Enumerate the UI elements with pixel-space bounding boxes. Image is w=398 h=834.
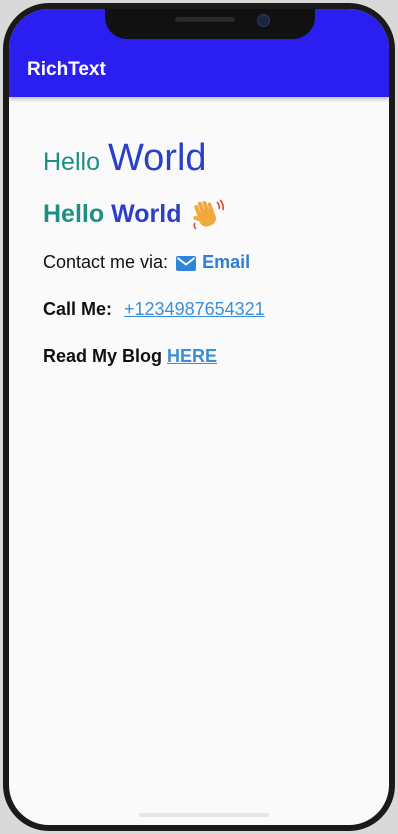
phone-notch — [105, 9, 315, 39]
front-camera — [257, 14, 270, 27]
app-bar-title: RichText — [27, 59, 106, 80]
speaker-grille — [175, 17, 235, 22]
hello-world-bold-line: Hello World — [43, 198, 369, 230]
email-link[interactable]: Email — [202, 252, 250, 273]
world-text: World — [107, 137, 207, 179]
blog-label: Read My Blog — [43, 346, 163, 366]
blog-line: Read My Blog HERE — [43, 346, 369, 367]
hello-bold-text: Hello — [43, 199, 105, 228]
contact-line: Contact me via: Email — [43, 252, 369, 273]
phone-frame: RichText Hello World Hello World Contact… — [3, 3, 395, 831]
waving-hand-icon — [190, 198, 224, 230]
mail-icon — [176, 255, 197, 271]
phone-number-link[interactable]: +1234987654321 — [124, 299, 265, 320]
rich-text-content: Hello World Hello World Contact me via: … — [43, 137, 369, 367]
phone-screen: RichText Hello World Hello World Contact… — [9, 9, 389, 825]
call-label: Call Me: — [43, 299, 113, 319]
hello-text: Hello — [43, 148, 100, 176]
call-line: Call Me: +1234987654321 — [43, 299, 369, 320]
world-bold-text: World — [111, 199, 182, 228]
hello-world-line: Hello World — [43, 137, 369, 180]
home-indicator — [139, 813, 269, 817]
contact-label: Contact me via: — [43, 252, 169, 272]
blog-link[interactable]: HERE — [167, 346, 217, 367]
